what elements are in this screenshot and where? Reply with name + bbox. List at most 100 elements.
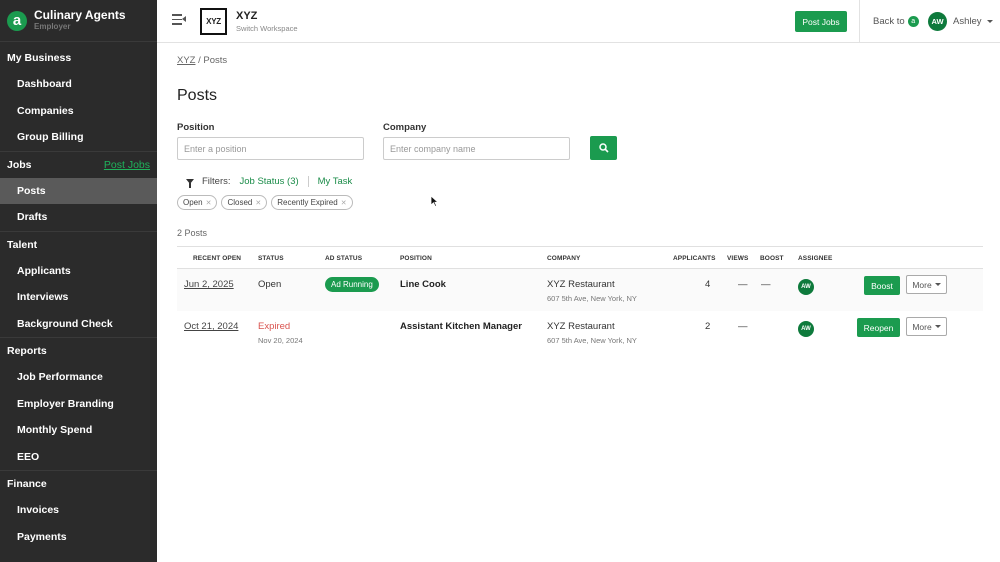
company-label: Company — [383, 122, 427, 133]
sidebar-item-background-check[interactable]: Background Check — [0, 311, 157, 338]
recent-open-date[interactable]: Oct 21, 2024 — [184, 321, 238, 332]
switch-workspace-link[interactable]: Switch Workspace — [236, 24, 298, 33]
position-label: Position — [177, 122, 215, 133]
applicants-count[interactable]: 2 — [705, 321, 710, 332]
breadcrumb-separator: / — [198, 55, 201, 66]
more-button[interactable]: More — [906, 317, 947, 336]
brand-sub: Employer — [34, 22, 71, 31]
workspace-name[interactable]: XYZ — [236, 10, 257, 22]
sidebar-item-applicants[interactable]: Applicants — [0, 258, 157, 285]
more-label: More — [912, 321, 932, 332]
company-address: 607 5th Ave, New York, NY — [547, 294, 637, 303]
search-button[interactable] — [590, 136, 617, 160]
sidebar-post-jobs-link[interactable]: Post Jobs — [104, 159, 150, 171]
breadcrumb-current: Posts — [203, 55, 228, 66]
back-to-badge-icon: a — [907, 16, 919, 27]
search-icon — [598, 143, 609, 153]
company-address: 607 5th Ave, New York, NY — [547, 336, 637, 345]
user-name[interactable]: Ashley — [953, 16, 982, 27]
sidebar-item-payments[interactable]: Payments — [0, 524, 157, 551]
workspace-logo[interactable]: XYZ — [200, 8, 227, 35]
more-label: More — [912, 279, 932, 290]
close-icon[interactable]: ✕ — [341, 199, 347, 207]
close-icon[interactable]: ✕ — [206, 199, 212, 207]
col-position[interactable]: POSITION — [400, 255, 432, 262]
section-title: Finance — [7, 478, 47, 490]
status-text: Expired — [258, 321, 291, 332]
applicants-count[interactable]: 4 — [705, 279, 710, 290]
sidebar-item-employer-branding[interactable]: Employer Branding — [0, 391, 157, 418]
sidebar-item-invoices[interactable]: Invoices — [0, 497, 157, 524]
sidebar-item-drafts[interactable]: Drafts — [0, 204, 157, 231]
views-count: — — [738, 321, 748, 332]
post-jobs-button[interactable]: Post Jobs — [795, 11, 847, 32]
breadcrumb-root-link[interactable]: XYZ — [177, 55, 195, 66]
chip-closed[interactable]: Closed ✕ — [221, 195, 268, 210]
filters-label: Filters: — [202, 176, 231, 187]
user-menu-caret-icon[interactable] — [987, 20, 993, 23]
col-assignee[interactable]: ASSIGNEE — [798, 255, 832, 262]
close-icon[interactable]: ✕ — [255, 199, 261, 207]
sidebar-item-interviews[interactable]: Interviews — [0, 284, 157, 311]
assignee-avatar[interactable]: AW — [798, 321, 814, 337]
breadcrumb: XYZ / Posts — [177, 55, 227, 66]
sidebar-item-dashboard[interactable]: Dashboard — [0, 71, 157, 98]
chevron-down-icon — [934, 325, 941, 328]
page-title: Posts — [177, 87, 218, 104]
section-my-business: My Business — [0, 44, 157, 71]
user-avatar[interactable]: AW — [928, 12, 947, 31]
col-status[interactable]: STATUS — [258, 255, 284, 262]
back-to-link[interactable]: Back to a — [873, 16, 919, 27]
recent-open-date[interactable]: Jun 2, 2025 — [184, 279, 234, 290]
status-text: Open — [258, 279, 282, 290]
section-finance: Finance — [0, 470, 157, 497]
table-row[interactable]: Jun 2, 2025 Open Ad Running Line Cook XY… — [177, 269, 983, 311]
views-count: — — [738, 279, 748, 290]
sidebar-item-companies[interactable]: Companies — [0, 98, 157, 125]
col-boost[interactable]: BOOST — [760, 255, 784, 262]
more-button[interactable]: More — [906, 275, 947, 294]
section-title: Reports — [7, 345, 47, 357]
col-recent-open[interactable]: RECENT OPEN — [193, 255, 241, 262]
sidebar-item-posts[interactable]: Posts — [0, 177, 157, 204]
boost-button[interactable]: Boost — [864, 276, 900, 295]
chip-open[interactable]: Open ✕ — [177, 195, 218, 210]
mouse-cursor-icon — [430, 195, 440, 208]
sidebar-item-eeo[interactable]: EEO — [0, 444, 157, 471]
sidebar-item-group-billing[interactable]: Group Billing — [0, 124, 157, 151]
chip-recently-expired[interactable]: Recently Expired ✕ — [271, 195, 353, 210]
table-row[interactable]: Oct 21, 2024 Expired Nov 20, 2024 Assist… — [177, 311, 983, 353]
col-views[interactable]: VIEWS — [727, 255, 748, 262]
culinary-agents-logo-icon: a — [7, 10, 27, 31]
ad-status-badge: Ad Running — [325, 277, 379, 292]
sidebar-item-job-performance[interactable]: Job Performance — [0, 364, 157, 391]
filter-job-status[interactable]: Job Status (3) — [240, 176, 299, 187]
position-input[interactable] — [177, 137, 364, 160]
chip-label: Open — [183, 198, 203, 207]
section-talent: Talent — [0, 230, 157, 258]
position-link[interactable]: Assistant Kitchen Manager — [400, 321, 522, 332]
filters-bar: Filters: Job Status (3) My Task — [186, 176, 353, 188]
boost-value: — — [761, 279, 771, 290]
filters-divider — [307, 176, 309, 187]
col-applicants[interactable]: APPLICANTS — [673, 255, 716, 262]
collapse-menu-icon[interactable] — [172, 14, 186, 26]
results-count: 2 Posts — [177, 228, 208, 238]
back-to-label: Back to — [873, 16, 905, 27]
chevron-down-icon — [934, 283, 941, 286]
filter-icon — [186, 179, 194, 188]
status-date: Nov 20, 2024 — [258, 336, 303, 345]
brand[interactable]: a Culinary Agents Employer — [0, 0, 157, 42]
col-ad-status[interactable]: AD STATUS — [325, 255, 362, 262]
section-jobs: Jobs Post Jobs — [0, 150, 157, 178]
section-title: My Business — [7, 51, 72, 64]
col-company[interactable]: COMPANY — [547, 255, 580, 262]
sidebar-item-monthly-spend[interactable]: Monthly Spend — [0, 417, 157, 444]
reopen-button[interactable]: Reopen — [857, 318, 900, 337]
sidebar: a Culinary Agents Employer My Business D… — [0, 0, 157, 562]
position-link[interactable]: Line Cook — [400, 279, 446, 290]
company-input[interactable] — [383, 137, 570, 160]
chip-label: Recently Expired — [277, 198, 338, 207]
assignee-avatar[interactable]: AW — [798, 279, 814, 295]
filter-my-task[interactable]: My Task — [318, 176, 353, 187]
